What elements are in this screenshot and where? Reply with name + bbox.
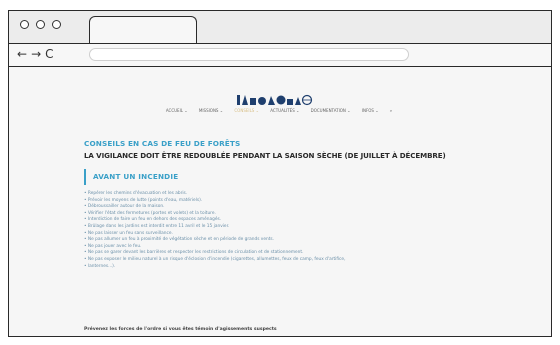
search-icon[interactable]: ⌕ <box>390 108 392 113</box>
advice-list: Repérer les chemins d'évacuation et les … <box>84 191 504 270</box>
page-title: LA VIGILANCE DOIT ÊTRE REDOUBLÉE PENDANT… <box>84 151 446 160</box>
section-title: AVANT UN INCENDIE <box>93 172 179 181</box>
browser-toolbar: ← → C <box>9 43 551 67</box>
window-controls <box>20 20 61 29</box>
site-logo[interactable] <box>235 93 327 107</box>
list-item: Repérer les chemins d'évacuation et les … <box>84 191 504 198</box>
list-item: Ne pas exposer le milieu naturel à un ri… <box>84 257 504 264</box>
site-navigation: ACCUEIL ⌄ MISSIONS ⌄ CONSEILS ⌄ ACTUALIT… <box>149 108 409 113</box>
list-item: Brûlage dans les jardins est interdit en… <box>84 224 504 231</box>
menu-item-accueil[interactable]: ACCUEIL ⌄ <box>166 108 188 113</box>
section-accent-bar <box>84 169 86 185</box>
list-item: Ne pas se garer devant les barrières et … <box>84 250 504 257</box>
list-item: Débroussailler autour de la maison. <box>84 204 504 211</box>
menu-item-actualites[interactable]: ACTUALITÉS ⌄ <box>270 108 299 113</box>
menu-item-documentation[interactable]: DOCUMENTATION ⌄ <box>311 108 351 113</box>
list-item: Ne pas allumer un feu à proximité de vég… <box>84 237 504 244</box>
list-item: lanternes...). <box>84 264 504 271</box>
list-item: Interdiction de faire un feu en dehors d… <box>84 217 504 224</box>
menu-item-missions[interactable]: MISSIONS ⌄ <box>199 108 223 113</box>
browser-titlebar <box>9 11 551 44</box>
menu-item-infos[interactable]: INFOS ⌄ <box>362 108 379 113</box>
browser-tab[interactable] <box>89 16 197 44</box>
back-arrow-icon[interactable]: ← <box>17 47 28 61</box>
menu-item-conseils[interactable]: CONSEILS ⌄ <box>234 108 259 113</box>
close-window-icon[interactable] <box>20 20 29 29</box>
browser-window: ← → C ACCUEIL ⌄ MISSIONS ⌄ CONSEILS ⌄ ACTU… <box>8 10 552 337</box>
minimize-window-icon[interactable] <box>36 20 45 29</box>
reload-icon[interactable]: C <box>45 47 54 61</box>
forward-arrow-icon[interactable]: → <box>31 47 42 61</box>
web-page: ACCUEIL ⌄ MISSIONS ⌄ CONSEILS ⌄ ACTUALIT… <box>9 67 551 336</box>
maximize-window-icon[interactable] <box>52 20 61 29</box>
page-kicker: CONSEILS EN CAS DE FEU DE FORÊTS <box>84 139 241 148</box>
footnote: Prévenez les forces de l'ordre si vous ê… <box>84 327 277 332</box>
address-bar[interactable] <box>89 48 409 61</box>
